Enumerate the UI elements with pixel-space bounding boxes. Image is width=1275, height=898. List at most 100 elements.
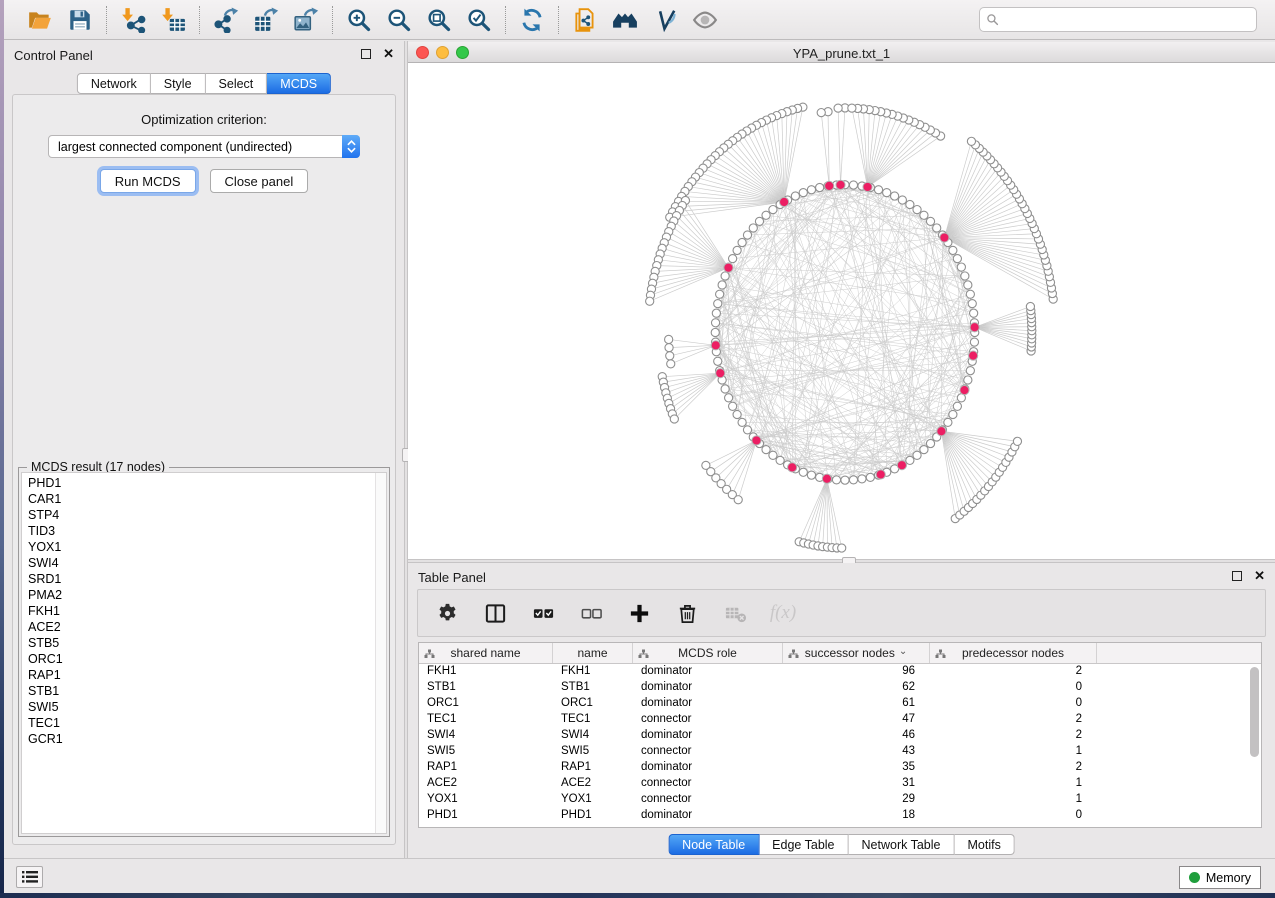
save-session-icon[interactable]	[66, 6, 94, 34]
table-row[interactable]: ACE2ACE2connector311	[419, 776, 1261, 792]
add-column-icon[interactable]	[626, 600, 652, 626]
mcds-result-item[interactable]: ORC1	[28, 651, 386, 667]
table-row[interactable]: ORC1ORC1dominator610	[419, 696, 1261, 712]
float-panel-icon[interactable]	[1232, 571, 1242, 581]
column-header-predecessor-nodes[interactable]: predecessor nodes	[930, 643, 1097, 663]
column-label: MCDS role	[678, 646, 737, 660]
tab-node-table[interactable]: Node Table	[668, 834, 759, 855]
mcds-result-item[interactable]: STB1	[28, 683, 386, 699]
control-panel-title: Control Panel	[14, 48, 93, 63]
criterion-select[interactable]: largest connected component (undirected)	[48, 135, 360, 158]
zoom-selected-icon[interactable]	[465, 6, 493, 34]
network-graph[interactable]	[408, 63, 1275, 559]
select-all-icon[interactable]	[530, 600, 556, 626]
table-cell: 0	[930, 808, 1097, 824]
columns-icon[interactable]	[482, 600, 508, 626]
close-panel-button[interactable]: Close panel	[210, 169, 309, 193]
table-cell: dominator	[633, 728, 783, 744]
open-file-icon[interactable]	[26, 6, 54, 34]
mcds-result-item[interactable]: PHD1	[28, 475, 386, 491]
search-network-icon[interactable]	[611, 6, 639, 34]
table-scrollbar[interactable]	[1250, 667, 1259, 757]
export-table-icon[interactable]	[252, 6, 280, 34]
search-input[interactable]	[1003, 13, 1250, 27]
mcds-result-item[interactable]: SRD1	[28, 571, 386, 587]
table-cell: RAP1	[553, 760, 633, 776]
table-row[interactable]: TEC1TEC1connector472	[419, 712, 1261, 728]
table-cell: ORC1	[419, 696, 553, 712]
table-cell: FKH1	[553, 664, 633, 680]
tab-network-table[interactable]: Network Table	[849, 834, 955, 855]
table-cell: ACE2	[553, 776, 633, 792]
mcds-result-item[interactable]: CAR1	[28, 491, 386, 507]
control-panel-tabs: NetworkStyleSelectMCDS	[77, 73, 331, 94]
panel-menu-button[interactable]	[16, 866, 43, 888]
table-row[interactable]: PHD1PHD1dominator180	[419, 808, 1261, 824]
mcds-result-item[interactable]: ACE2	[28, 619, 386, 635]
mcds-list-scrollbar[interactable]	[375, 473, 386, 833]
table-row[interactable]: FKH1FKH1dominator962	[419, 664, 1261, 680]
export-network-icon[interactable]	[212, 6, 240, 34]
mcds-result-item[interactable]: STB5	[28, 635, 386, 651]
table-row[interactable]: SWI5SWI5connector431	[419, 744, 1261, 760]
unselect-all-icon[interactable]	[578, 600, 604, 626]
table-cell: ORC1	[553, 696, 633, 712]
tab-select[interactable]: Select	[206, 73, 268, 94]
mcds-result-item[interactable]: SWI5	[28, 699, 386, 715]
run-mcds-button[interactable]: Run MCDS	[100, 169, 196, 193]
table-row[interactable]: STB1STB1dominator620	[419, 680, 1261, 696]
close-panel-icon[interactable]: ✕	[383, 49, 394, 59]
zoom-fit-icon[interactable]	[425, 6, 453, 34]
share-document-icon[interactable]	[571, 6, 599, 34]
table-row[interactable]: RAP1RAP1dominator352	[419, 760, 1261, 776]
show-hide-icon[interactable]	[691, 6, 719, 34]
style-vizmap-icon[interactable]	[651, 6, 679, 34]
delete-column-icon[interactable]	[674, 600, 700, 626]
table-cell: 18	[783, 808, 930, 824]
table-cell: connector	[633, 712, 783, 728]
search-icon	[986, 13, 999, 26]
mcds-result-item[interactable]: FKH1	[28, 603, 386, 619]
mcds-result-item[interactable]: YOX1	[28, 539, 386, 555]
column-header-name[interactable]: name	[553, 643, 633, 663]
mcds-result-item[interactable]: TID3	[28, 523, 386, 539]
mcds-tab-content: Optimization criterion: largest connecte…	[12, 94, 396, 845]
table-row[interactable]: SWI4SWI4dominator462	[419, 728, 1261, 744]
memory-status-icon	[1189, 872, 1200, 883]
zoom-in-icon[interactable]	[345, 6, 373, 34]
mcds-result-item[interactable]: RAP1	[28, 667, 386, 683]
mcds-result-item[interactable]: SWI4	[28, 555, 386, 571]
mcds-result-item[interactable]: PMA2	[28, 587, 386, 603]
column-label: predecessor nodes	[962, 646, 1064, 660]
tab-mcds[interactable]: MCDS	[267, 73, 331, 94]
mcds-result-item[interactable]: GCR1	[28, 731, 386, 747]
column-header-successor-nodes[interactable]: successor nodes⌄	[783, 643, 930, 663]
network-canvas[interactable]	[408, 63, 1275, 559]
memory-button[interactable]: Memory	[1179, 866, 1261, 889]
node-table: shared namename MCDS role successor nodes⌄…	[418, 642, 1262, 828]
column-header-MCDS-role[interactable]: MCDS role	[633, 643, 783, 663]
table-cell: 2	[930, 664, 1097, 680]
close-panel-icon[interactable]: ✕	[1254, 571, 1265, 581]
column-type-icon	[424, 648, 435, 662]
table-row[interactable]: YOX1YOX1connector291	[419, 792, 1261, 808]
mcds-result-list[interactable]: PHD1CAR1STP4TID3YOX1SWI4SRD1PMA2FKH1ACE2…	[21, 472, 387, 834]
refresh-layout-icon[interactable]	[518, 6, 546, 34]
import-table-icon[interactable]	[159, 6, 187, 34]
zoom-out-icon[interactable]	[385, 6, 413, 34]
table-cell: dominator	[633, 680, 783, 696]
table-cell: 62	[783, 680, 930, 696]
column-header-shared-name[interactable]: shared name	[419, 643, 553, 663]
network-nodes[interactable]	[646, 103, 1058, 552]
settings-gear-icon[interactable]	[434, 600, 460, 626]
export-image-icon[interactable]	[292, 6, 320, 34]
tab-motifs[interactable]: Motifs	[954, 834, 1014, 855]
tab-network[interactable]: Network	[77, 73, 151, 94]
mcds-result-item[interactable]: TEC1	[28, 715, 386, 731]
tab-style[interactable]: Style	[151, 73, 206, 94]
mcds-result-item[interactable]: STP4	[28, 507, 386, 523]
import-network-icon[interactable]	[119, 6, 147, 34]
tab-edge-table[interactable]: Edge Table	[759, 834, 848, 855]
float-panel-icon[interactable]	[361, 49, 371, 59]
search-box[interactable]	[979, 7, 1257, 32]
